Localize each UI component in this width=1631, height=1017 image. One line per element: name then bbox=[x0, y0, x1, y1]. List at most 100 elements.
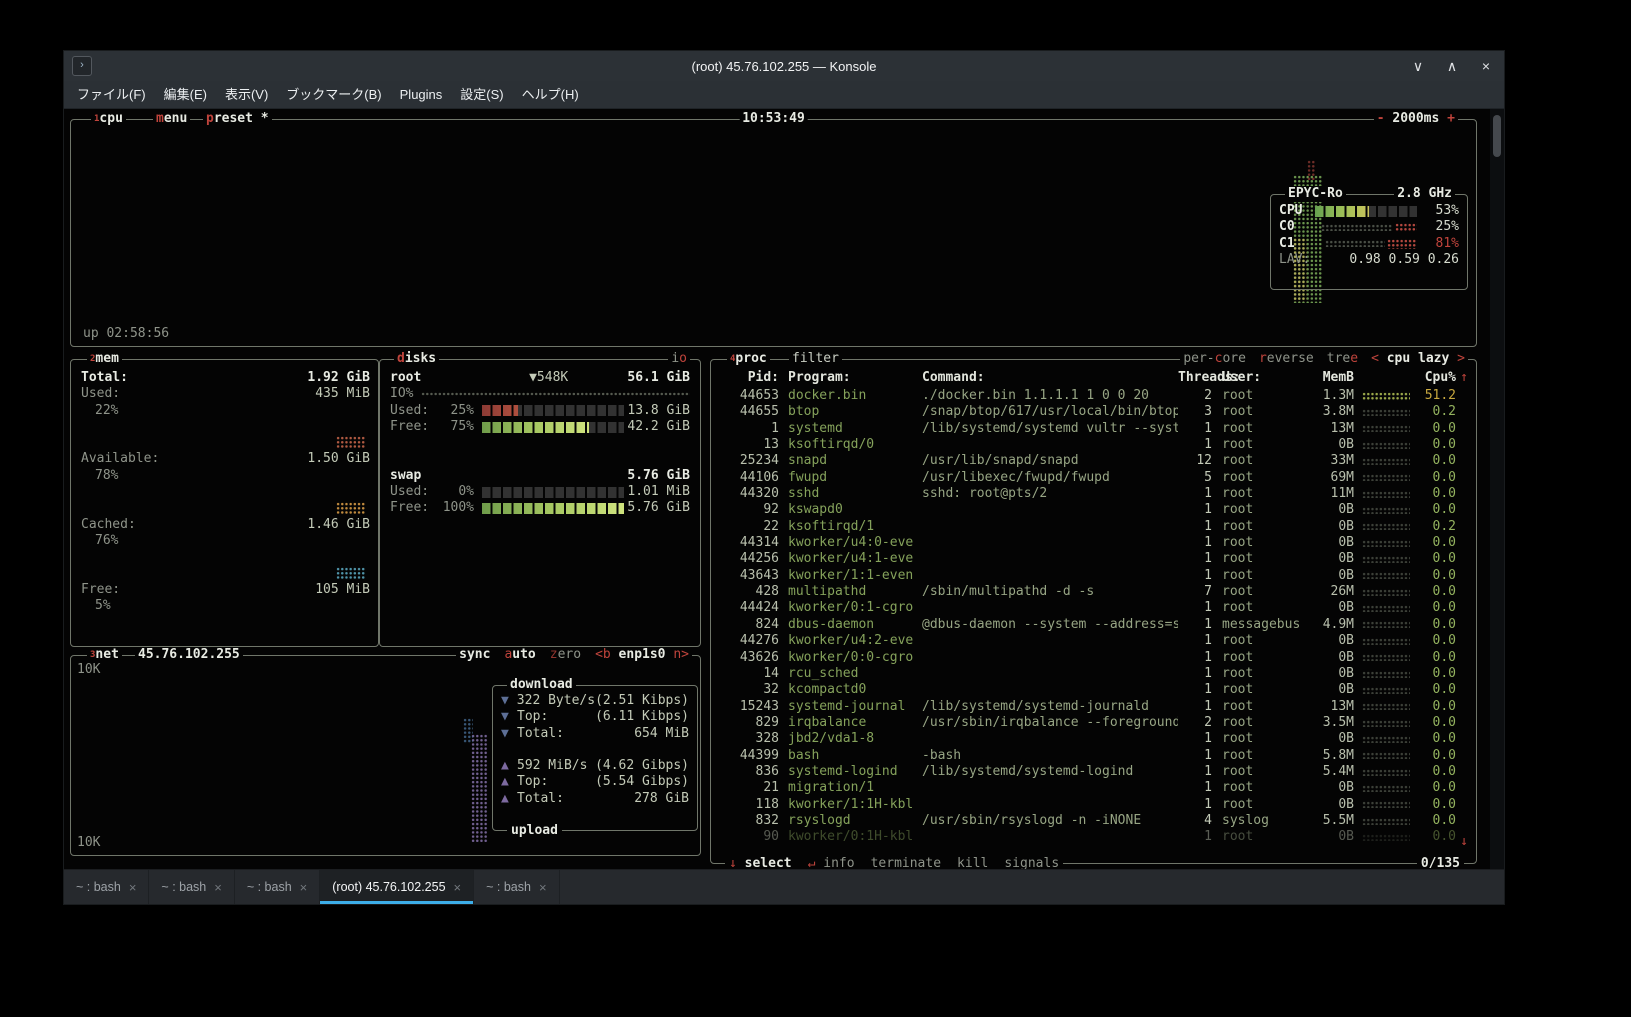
col-program[interactable]: Program: bbox=[779, 370, 922, 386]
tab-close-icon[interactable]: × bbox=[539, 880, 547, 895]
process-cpu-graph-dots bbox=[1362, 392, 1410, 401]
process-row[interactable]: 22ksoftirqd/11root0B0.2 bbox=[721, 519, 1468, 535]
process-row[interactable]: 43643kworker/1:1-even1root0B0.0 bbox=[721, 568, 1468, 584]
mem-stat-percent: 76% bbox=[81, 533, 118, 549]
process-row[interactable]: 832rsyslogd/usr/sbin/rsyslogd -n -iNONE4… bbox=[721, 813, 1468, 829]
tab-bash-session[interactable]: ~ : bash× bbox=[149, 870, 234, 904]
process-cpu-graph-dots bbox=[1362, 442, 1410, 449]
process-cpu-graph-dots bbox=[1362, 425, 1410, 432]
process-row[interactable]: 44314kworker/u4:0-eve1root0B0.0 bbox=[721, 535, 1468, 551]
tab-active-session[interactable]: (root) 45.76.102.255× bbox=[320, 870, 474, 904]
process-row[interactable]: 44276kworker/u4:2-eve1root0B0.0 bbox=[721, 633, 1468, 649]
col-threads[interactable]: Threads: bbox=[1178, 370, 1212, 386]
process-row[interactable]: 25234snapd/usr/lib/snapd/snapd12root33M0… bbox=[721, 453, 1468, 469]
interval-plus-button[interactable]: + bbox=[1447, 111, 1455, 126]
process-row[interactable]: 90kworker/0:1H-kbl1root0B0.0 bbox=[721, 829, 1468, 845]
interval-minus-button[interactable]: - bbox=[1377, 111, 1385, 126]
col-mem[interactable]: MemB bbox=[1308, 370, 1354, 386]
preset-button[interactable]: preset * bbox=[203, 111, 272, 127]
process-user: root bbox=[1212, 650, 1308, 666]
net-interface-switch[interactable]: <b enp1s0 n> bbox=[595, 647, 689, 663]
process-row[interactable]: 44653docker.bin./docker.bin 1.1.1.1 1 0 … bbox=[721, 388, 1468, 404]
process-cpu-graph-dots bbox=[1362, 474, 1410, 481]
net-stat-value: (6.11 Kibps) bbox=[595, 709, 689, 725]
process-row[interactable]: 43626kworker/0:0-cgro1root0B0.0 bbox=[721, 650, 1468, 666]
disks-box: disks io root▼548K56.1 GiBIO%Used:25%13.… bbox=[379, 359, 701, 647]
process-row[interactable]: 44399bash-bash1root5.8M0.0 bbox=[721, 748, 1468, 764]
io-mode-button[interactable]: io bbox=[668, 351, 690, 367]
process-row[interactable]: 44655btop/snap/btop/617/usr/local/bin/bt… bbox=[721, 404, 1468, 420]
process-row[interactable]: 824dbus-daemon@dbus-daemon --system --ad… bbox=[721, 617, 1468, 633]
tab-close-icon[interactable]: × bbox=[214, 880, 222, 895]
net-stat-value: (2.51 Kibps) bbox=[595, 693, 689, 709]
menu-item[interactable]: 表示(V) bbox=[216, 81, 277, 108]
process-cpu: 0.0 bbox=[1414, 633, 1456, 649]
net-zero-button[interactable]: zero bbox=[550, 647, 581, 663]
tab-bash-session[interactable]: ~ : bash× bbox=[474, 870, 559, 904]
menu-item[interactable]: ブックマーク(B) bbox=[277, 81, 390, 108]
process-row[interactable]: 44424kworker/0:1-cgro1root0B0.0 bbox=[721, 600, 1468, 616]
net-up-row: ▲Total:278 GiB bbox=[501, 791, 689, 807]
mem-stat-row: Free:105 MiB bbox=[81, 582, 370, 598]
gauge-core1-percent: 81% bbox=[1425, 236, 1459, 252]
process-row[interactable]: 1systemd/lib/systemd/systemd vultr --sys… bbox=[721, 421, 1468, 437]
reverse-button[interactable]: reverse bbox=[1259, 351, 1314, 367]
terminal-scrollbar[interactable] bbox=[1490, 109, 1504, 872]
net-up-row: ▲592 MiB/s(4.62 Gibps) bbox=[501, 758, 689, 774]
process-program: ksoftirqd/0 bbox=[779, 437, 922, 453]
process-row[interactable]: 21migration/11root0B0.0 bbox=[721, 780, 1468, 796]
col-pid[interactable]: Pid: bbox=[721, 370, 779, 386]
process-row[interactable]: 44106fwupd/usr/libexec/fwupd/fwupd5root6… bbox=[721, 470, 1468, 486]
menu-item[interactable]: 設定(S) bbox=[451, 81, 512, 108]
minimize-icon[interactable]: ∨ bbox=[1410, 58, 1426, 75]
col-cpu[interactable]: Cpu% bbox=[1414, 370, 1456, 386]
sort-prev-button[interactable]: < bbox=[1371, 351, 1379, 366]
mem-stat-percent-row: 76% bbox=[81, 533, 370, 549]
process-command: /lib/systemd/systemd vultr --system -- bbox=[922, 421, 1178, 437]
tab-bash-session[interactable]: ~ : bash× bbox=[235, 870, 320, 904]
process-cpu: 0.0 bbox=[1414, 650, 1456, 666]
process-row[interactable]: 92kswapd01root0B0.0 bbox=[721, 502, 1468, 518]
process-pid: 832 bbox=[721, 813, 779, 829]
terminal-area[interactable]: 1cpu menu preset * 10:53:49 - 2000ms + E… bbox=[64, 109, 1504, 872]
tab-bash-session[interactable]: ~ : bash× bbox=[64, 870, 149, 904]
tree-button[interactable]: tree bbox=[1327, 351, 1358, 367]
filter-button[interactable]: filter bbox=[789, 351, 842, 367]
col-user[interactable]: User: bbox=[1212, 370, 1308, 386]
close-icon[interactable]: × bbox=[1478, 58, 1494, 74]
tab-close-icon[interactable]: × bbox=[300, 880, 308, 895]
process-row[interactable]: 13ksoftirqd/01root0B0.0 bbox=[721, 437, 1468, 453]
process-row[interactable]: 836systemd-logind/lib/systemd/systemd-lo… bbox=[721, 764, 1468, 780]
process-row[interactable]: 829irqbalance/usr/sbin/irqbalance --fore… bbox=[721, 715, 1468, 731]
tab-close-icon[interactable]: × bbox=[129, 880, 137, 895]
col-command[interactable]: Command: bbox=[922, 370, 1178, 386]
process-row[interactable]: 428multipathd/sbin/multipathd -d -s7root… bbox=[721, 584, 1468, 600]
process-mem: 26M bbox=[1308, 584, 1354, 600]
tab-close-icon[interactable]: × bbox=[454, 880, 462, 895]
scroll-down-indicator[interactable]: ↓ bbox=[1460, 834, 1468, 849]
net-auto-button[interactable]: auto bbox=[504, 647, 535, 663]
process-row[interactable]: 15243systemd-journal/lib/systemd/systemd… bbox=[721, 699, 1468, 715]
process-row[interactable]: 118kworker/1:1H-kbl1root0B0.0 bbox=[721, 797, 1468, 813]
process-pid: 22 bbox=[721, 519, 779, 535]
net-address: 45.76.102.255 bbox=[135, 647, 243, 663]
menu-bar: ファイル(F)編集(E)表示(V)ブックマーク(B)Plugins設定(S)ヘル… bbox=[64, 81, 1504, 109]
menu-button[interactable]: menu bbox=[153, 111, 190, 127]
process-row[interactable]: 32kcompactd01root0B0.0 bbox=[721, 682, 1468, 698]
mem-stat-value: 1.50 GiB bbox=[307, 451, 370, 467]
maximize-icon[interactable]: ∧ bbox=[1444, 58, 1460, 75]
per-core-button[interactable]: per-core bbox=[1183, 351, 1246, 367]
menu-item[interactable]: 編集(E) bbox=[155, 81, 216, 108]
process-row[interactable]: 14rcu_sched1root0B0.0 bbox=[721, 666, 1468, 682]
scroll-up-indicator[interactable]: ↑ bbox=[1456, 370, 1468, 386]
process-row[interactable]: 328jbd2/vda1-81root0B0.0 bbox=[721, 731, 1468, 747]
menu-item[interactable]: ファイル(F) bbox=[68, 81, 155, 108]
process-cpu-graph-dots bbox=[1362, 801, 1410, 808]
menu-item[interactable]: ヘルプ(H) bbox=[513, 81, 588, 108]
process-row[interactable]: 44320sshdsshd: root@pts/21root11M0.0 bbox=[721, 486, 1468, 502]
process-row[interactable]: 44256kworker/u4:1-eve1root0B0.0 bbox=[721, 551, 1468, 567]
sort-next-button[interactable]: > bbox=[1457, 351, 1465, 366]
menu-item[interactable]: Plugins bbox=[391, 81, 452, 108]
net-sync-button[interactable]: sync bbox=[459, 647, 490, 663]
scrollbar-thumb[interactable] bbox=[1493, 115, 1501, 157]
